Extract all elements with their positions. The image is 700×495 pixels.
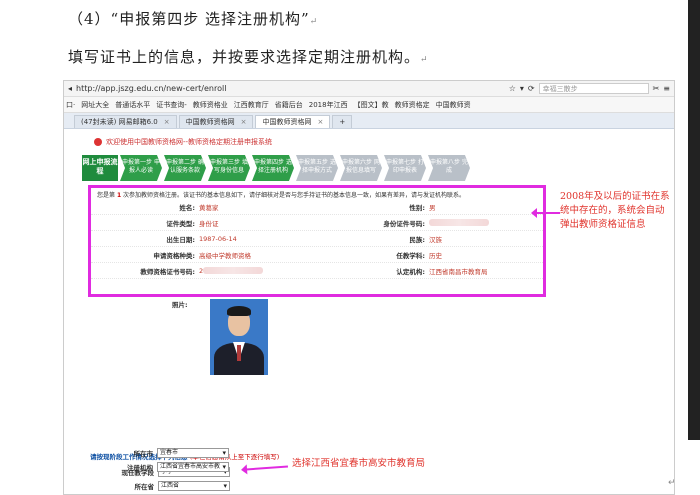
redacted-mark (429, 219, 489, 226)
nation-value: 汉族 (429, 235, 442, 244)
step-4: 申报第四步 选择注册机构 (252, 155, 294, 181)
id-photo (210, 299, 268, 375)
browser-screenshot: ◂ http://app.jszg.edu.cn/new-cert/enroll… (63, 80, 675, 495)
tab-strip: (47封未读) 网易邮箱6.0 × 中国教师资格网 × 中国教师资格网 × + (64, 113, 674, 129)
step-8: 申报第八步 完成 (428, 155, 470, 181)
subject-value: 历史 (429, 251, 442, 260)
bookmark-item[interactable]: 教师资格定 (395, 100, 430, 110)
site-logo-icon (94, 138, 102, 146)
info-row: 姓名: 黄葛家 性别: 男 (91, 199, 543, 215)
web-page: 欢迎使用中国教师资格网--教师资格定期注册申报系统 网上申报流程 申报第一步 申… (78, 133, 624, 494)
new-tab-button[interactable]: + (332, 115, 353, 128)
step-3: 申报第三步 填写身份信息 (208, 155, 250, 181)
info-row: 教师资格证书号码: 2 认定机构: 江西省南昌市教育局 (91, 263, 543, 279)
bookmark-item[interactable]: 教师资格业 (193, 100, 228, 110)
org-row: 注册机构 江西省宜春市高安市教 (117, 462, 229, 472)
tab-jszg-active[interactable]: 中国教师资格网 × (255, 115, 331, 128)
step-6: 申报第六步 网报信息填写 (340, 155, 382, 181)
bookmark-item[interactable]: 普通话水平 (115, 100, 150, 110)
info-note: 您是第 1 次参加教师资格注册。该证书的基本信息如下，请仔细核对是否与您手持证书… (97, 192, 466, 199)
annotation-cert-info: 2008年及以后的证书在系统中存在的，系统会自动弹出教师资格证信息 (560, 191, 670, 230)
step-7: 申报第七步 打印申报表 (384, 155, 426, 181)
tab-jszg-1[interactable]: 中国教师资格网 × (178, 115, 254, 128)
annotation-arrow (531, 208, 560, 218)
window-edge (688, 0, 700, 440)
province-row: 所在省 江西省 (118, 481, 230, 491)
dropdown-icon[interactable]: ▾ (520, 84, 524, 93)
star-icon[interactable]: ☆ (509, 84, 516, 93)
city-row: 所在市 宜春市 (117, 448, 229, 458)
bookmark-item[interactable]: 中国教师资 (436, 100, 471, 110)
bookmark-item[interactable]: 2018年江西 (309, 100, 348, 110)
annotation-org: 选择江西省宜春市高安市教育局 (292, 458, 426, 469)
info-row: 出生日期: 1987-06-14 民族: 汉族 (91, 231, 543, 247)
close-icon[interactable]: × (317, 118, 323, 126)
info-row: 申请资格种类: 高级中学教师资格 任教学科: 历史 (91, 247, 543, 263)
name-value: 黄葛家 (199, 203, 219, 212)
step-flow-label: 网上申报流程 (82, 155, 118, 181)
cert-number-value: 2 (199, 267, 339, 275)
close-icon[interactable]: × (241, 118, 247, 126)
url-text[interactable]: http://app.jszg.edu.cn/new-cert/enroll (76, 84, 226, 93)
id-type-value: 身份证 (199, 219, 219, 228)
bookmarks-bar: 口· 网址大全 普通话水平 证书查询- 教师资格业 江西教育厅 省籍后台 201… (64, 97, 674, 113)
step-1: 申报第一步 申报人必读 (120, 155, 162, 181)
doc-instruction: 填写证书上的信息，并按要求选择定期注册机构。↵ (68, 48, 429, 66)
bookmark-item[interactable]: 网址大全 (81, 100, 109, 110)
step-5: 申报第五步 选择申报方式 (296, 155, 338, 181)
step-2: 申报第二步 确认服务条款 (164, 155, 206, 181)
birth-value: 1987-06-14 (199, 234, 237, 243)
tab-mail[interactable]: (47封未读) 网易邮箱6.0 × (74, 115, 177, 128)
refresh-icon[interactable]: ⟳ (528, 84, 535, 93)
photo-label: 照片: (172, 301, 188, 309)
cut-icon[interactable]: ✂ (653, 84, 660, 93)
bookmark-item[interactable]: 证书查询- (156, 100, 187, 110)
gender-value: 男 (429, 203, 436, 212)
close-icon[interactable]: × (164, 118, 170, 126)
menu-icon[interactable]: ≡ (663, 84, 670, 93)
return-mark: ↵ (668, 478, 676, 488)
cert-type-value: 高级中学教师资格 (199, 251, 251, 260)
bookmark-item[interactable]: 省籍后台 (275, 100, 303, 110)
province-select[interactable]: 江西省 (158, 481, 230, 491)
city-select[interactable]: 宜春市 (157, 448, 229, 458)
org-select[interactable]: 江西省宜春市高安市教 (157, 462, 229, 472)
certificate-info-box: 您是第 1 次参加教师资格注册。该证书的基本信息如下，请仔细核对是否与您手持证书… (88, 185, 546, 297)
redacted-mark (203, 267, 264, 274)
doc-heading: （4）“申报第四步 选择注册机构”↵ (68, 10, 319, 28)
bookmark-item[interactable]: 口· (66, 100, 75, 110)
search-box[interactable]: 幸福三散步 (538, 83, 649, 94)
info-row: 证件类型: 身份证 身份证件号码: (91, 215, 543, 231)
bookmark-item[interactable]: 江西教育厅 (234, 100, 269, 110)
address-bar[interactable]: ◂ http://app.jszg.edu.cn/new-cert/enroll… (64, 81, 674, 97)
progress-steps: 网上申报流程 申报第一步 申报人必读 申报第二步 确认服务条款 申报第三步 填写… (82, 155, 470, 181)
authority-value: 江西省南昌市教育局 (429, 267, 488, 276)
back-icon[interactable]: ◂ (68, 84, 72, 93)
site-title: 欢迎使用中国教师资格网--教师资格定期注册申报系统 (78, 133, 624, 147)
bookmark-item[interactable]: 【图文】教 (354, 100, 389, 110)
id-number-value (429, 219, 543, 227)
